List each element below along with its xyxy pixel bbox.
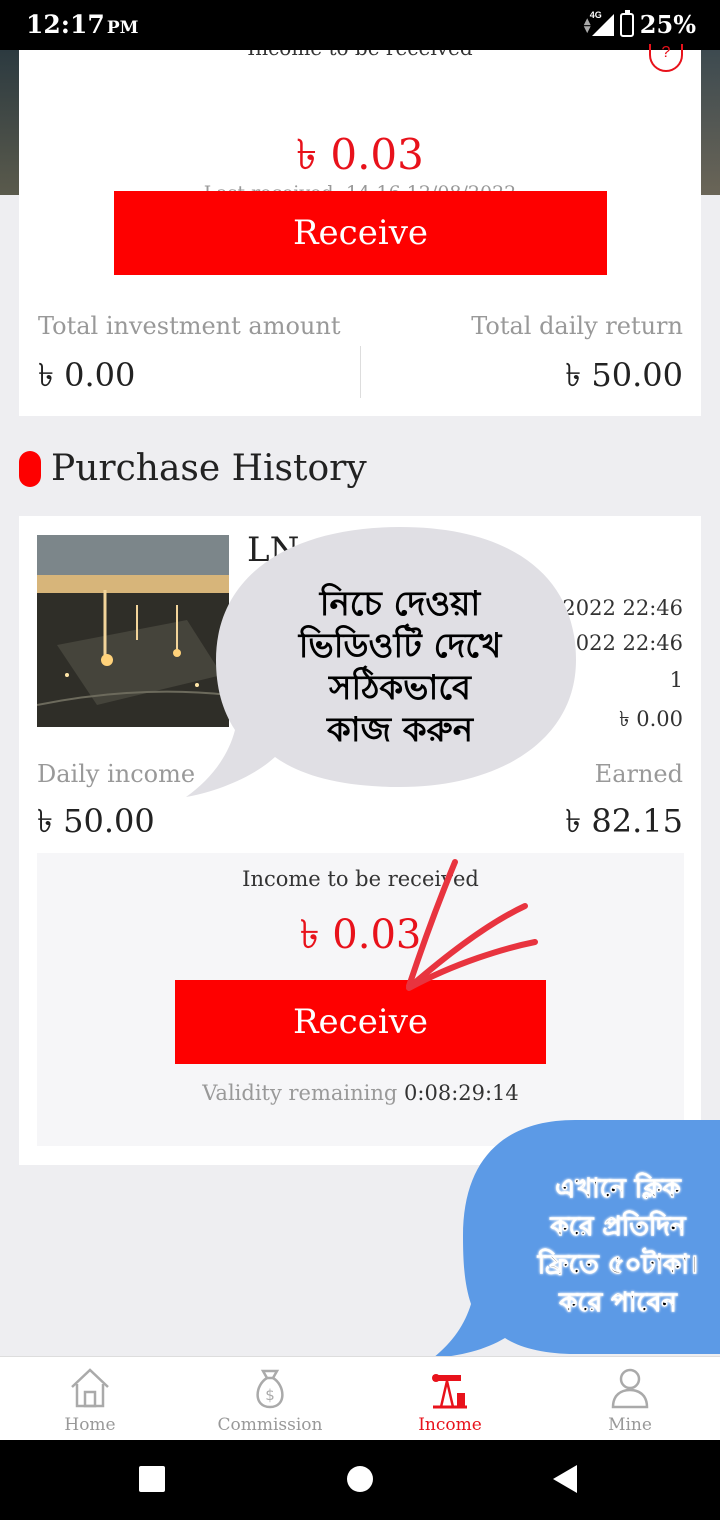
income-receive-box: Income to be received ৳ 0.03 Receive Val…	[37, 853, 684, 1146]
nav-income-label: Income	[418, 1415, 482, 1435]
income-to-receive-label: Income to be received	[242, 867, 479, 891]
validity-value: 0:08:29:14	[404, 1081, 519, 1105]
price-value: ৳ 0.00	[619, 707, 683, 731]
nav-mine-label: Mine	[608, 1415, 652, 1435]
nav-home[interactable]: Home	[0, 1357, 180, 1441]
status-bar: 12:17 PM ▲ ▼ 4G 25%	[0, 0, 720, 50]
total-investment-value: ৳ 0.00	[38, 356, 136, 394]
expiry-time: 2022 22:46	[562, 631, 683, 655]
summary-title: Income to be received	[19, 50, 701, 64]
promo-speech-bubble: এখানে ক্লিক করে প্রতিদিন ফ্রিতে ৫০টাকা। …	[425, 1118, 720, 1368]
back-button[interactable]	[553, 1465, 577, 1493]
nav-home-label: Home	[64, 1415, 116, 1435]
recent-apps-button[interactable]	[139, 1466, 165, 1492]
quantity-value: 1	[669, 668, 683, 692]
earned-label: Earned	[594, 760, 683, 788]
income-summary-card: Income to be received ? ৳ 0.03 Last rece…	[19, 44, 701, 416]
signal-icon: ▲ ▼ 4G	[584, 10, 614, 38]
help-icon[interactable]: ?	[649, 44, 683, 72]
section-marker	[19, 450, 41, 487]
home-icon	[71, 1368, 109, 1408]
banner-image-edge	[0, 50, 20, 195]
home-button[interactable]	[347, 1466, 373, 1492]
status-time: 12:17 PM	[26, 10, 139, 39]
nav-commission[interactable]: $ Commission	[180, 1357, 360, 1441]
instruction-speech-bubble: নিচে দেওয়া ভিডিওটি দেখে সঠিকভাবে কাজ কর…	[180, 525, 580, 805]
daily-income-value: ৳ 50.00	[37, 802, 155, 840]
income-to-receive-value: ৳ 0.03	[299, 912, 422, 958]
battery-icon	[619, 9, 634, 37]
daily-income-label: Daily income	[37, 760, 196, 788]
receive-all-button[interactable]: Receive	[114, 191, 607, 275]
nav-mine[interactable]: Mine	[540, 1357, 720, 1441]
battery-level: 25%	[639, 10, 696, 39]
earned-value: ৳ 82.15	[565, 802, 683, 840]
divider	[360, 346, 361, 398]
total-daily-return-value: ৳ 50.00	[565, 356, 683, 394]
person-icon	[611, 1368, 649, 1409]
bottom-navigation: Home $ Commission Income Mine	[0, 1356, 720, 1440]
money-bag-icon: $	[256, 1369, 284, 1409]
banner-image-edge	[700, 50, 720, 195]
nav-income[interactable]: Income	[360, 1357, 540, 1441]
red-arrow-annotation	[406, 859, 538, 991]
total-daily-return-label: Total daily return	[471, 312, 683, 340]
validity-remaining: Validity remaining 0:08:29:14	[202, 1081, 519, 1105]
purchase-history-title: Purchase History	[51, 448, 367, 489]
total-investment-label: Total investment amount	[38, 312, 341, 340]
svg-text:$: $	[265, 1386, 275, 1404]
oil-pump-icon	[432, 1374, 467, 1409]
nav-commission-label: Commission	[217, 1415, 323, 1435]
purchase-history-header: Purchase History	[19, 448, 367, 489]
